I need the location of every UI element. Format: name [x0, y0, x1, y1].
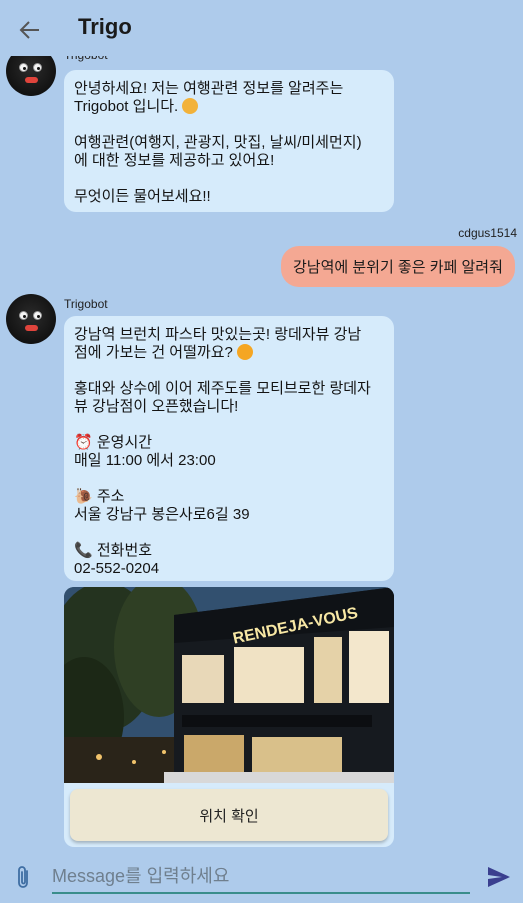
address-label: 주소 [96, 488, 125, 505]
cafe-photo-illustration: RENDEJA-VOUS [64, 587, 394, 783]
snail-icon: 🐌 [74, 488, 93, 505]
user-message-bubble: 강남역에 분위기 좋은 카페 알려줘 [281, 246, 515, 287]
place-photo[interactable]: RENDEJA-VOUS [64, 587, 394, 783]
message-text: 무엇이든 물어보세요!! [74, 188, 211, 205]
phone-label: 전화번호 [96, 542, 153, 559]
place-card: RENDEJA-VOUS 위치 확인 [64, 587, 394, 847]
user-name: cdgus1514 [458, 226, 517, 240]
message-input[interactable] [52, 862, 470, 894]
send-icon[interactable] [486, 864, 512, 890]
bot-message-bubble: 안녕하세요! 저는 여행관련 정보를 알려주는 Trigobot 입니다. 여행… [64, 70, 394, 212]
message-text: 강남역 브런치 파스타 맛있는곳! 랑데자뷰 강남 점에 가보는 건 어떨까요? [74, 326, 362, 361]
telephone-icon: 📞 [74, 542, 93, 559]
bot-message-bubble: 강남역 브런치 파스타 맛있는곳! 랑데자뷰 강남 점에 가보는 건 어떨까요?… [64, 316, 394, 581]
phone-value: 02-552-0204 [74, 560, 160, 577]
message-text: 안녕하세요! 저는 여행관련 정보를 알려주는 Trigobot 입니다. [74, 80, 344, 115]
hours-label: 운영시간 [96, 434, 153, 451]
chat-area: Trigobot 안녕하세요! 저는 여행관련 정보를 알려주는 Trigobo… [0, 0, 523, 850]
bot-avatar[interactable] [6, 294, 56, 344]
message-text: 홍대와 상수에 이어 제주도를 모티브로한 랑데자 뷰 강남점이 오픈했습니다! [74, 380, 371, 415]
paperclip-icon[interactable] [12, 864, 34, 890]
page-title: Trigo [78, 14, 132, 39]
check-location-button[interactable]: 위치 확인 [70, 789, 388, 841]
hours-value: 매일 11:00 에서 23:00 [74, 452, 216, 469]
message-text: 여행관련(여행지, 관광지, 맛집, 날씨/미세먼지) 에 대한 정보를 제공하… [74, 134, 362, 169]
app-bar: Trigo [0, 0, 523, 56]
message-composer [0, 850, 523, 903]
grin-emoji-icon [236, 344, 253, 360]
smile-emoji-icon [182, 98, 199, 114]
sender-name: Trigobot [64, 297, 108, 311]
alarm-clock-icon: ⏰ [74, 434, 93, 451]
address-value: 서울 강남구 봉은사로6길 39 [74, 506, 250, 523]
back-arrow-icon[interactable] [16, 16, 44, 44]
